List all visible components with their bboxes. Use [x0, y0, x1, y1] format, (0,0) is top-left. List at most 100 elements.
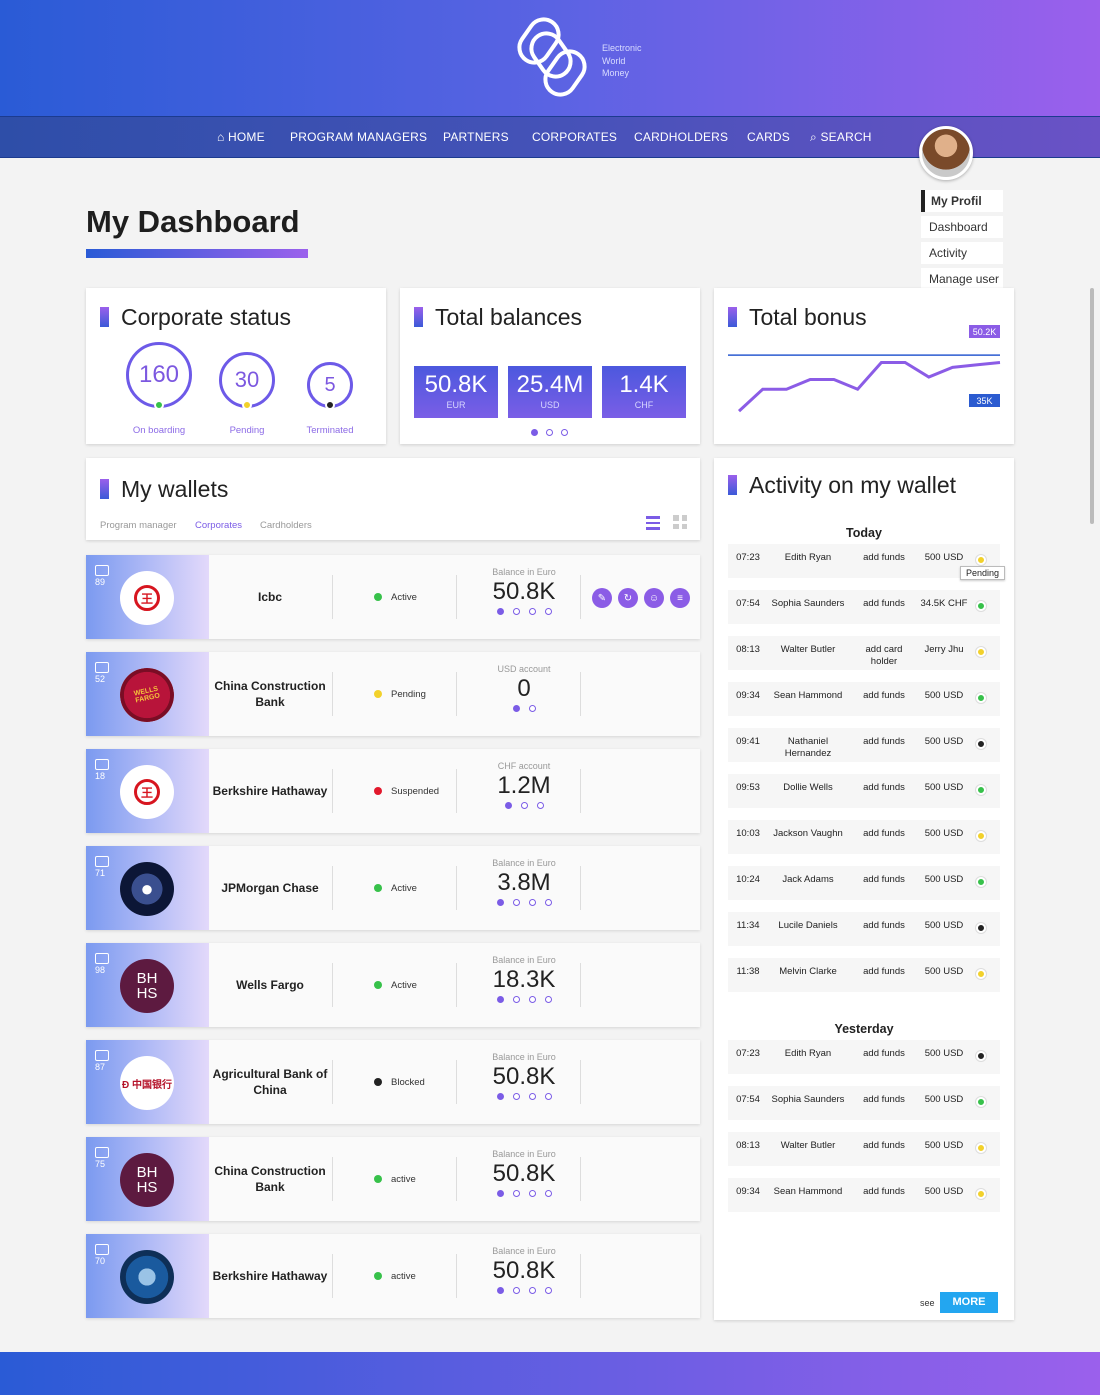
activity-row[interactable]: 10:24 Jack Adams add funds 500 USD — [728, 866, 1000, 900]
list-icon[interactable]: ≡ — [670, 588, 690, 608]
edit-icon[interactable]: ✎ — [592, 588, 612, 608]
activity-status-dot[interactable] — [976, 785, 986, 795]
activity-row[interactable]: 07:54 Sophia Saunders add funds 34.5K CHF — [728, 590, 1000, 624]
nav-cardholders[interactable]: CARDHOLDERS — [634, 130, 728, 144]
pager-dot[interactable] — [496, 1093, 504, 1100]
pager-dot[interactable] — [504, 802, 512, 809]
pager-dot[interactable] — [496, 608, 504, 615]
pager-dot[interactable] — [561, 429, 568, 436]
pager-dot[interactable] — [512, 996, 520, 1003]
activity-row[interactable]: 09:53 Dollie Wells add funds 500 USD — [728, 774, 1000, 808]
wallet-row[interactable]: 18 王 Berkshire Hathaway Suspended CHF accoun… — [86, 749, 700, 833]
pager-dot[interactable] — [544, 996, 552, 1003]
profile-menu-item[interactable]: Dashboard — [921, 216, 1003, 238]
activity-status-dot[interactable] — [976, 601, 986, 611]
pager-dot[interactable] — [512, 1287, 520, 1294]
wallet-row[interactable]: 71 ● JPMorgan Chase Active Balance in Euro 3.… — [86, 846, 700, 930]
pager-dot[interactable] — [546, 429, 553, 436]
pager-dot[interactable] — [531, 429, 538, 436]
activity-status-dot[interactable] — [976, 555, 986, 565]
pager-dot[interactable] — [528, 1190, 536, 1197]
user-icon[interactable]: ☺ — [644, 588, 664, 608]
balance-pager[interactable] — [458, 899, 590, 906]
balances-pager[interactable] — [531, 429, 568, 436]
pager-dot[interactable] — [512, 1190, 520, 1197]
activity-row[interactable]: 07:54 Sophia Saunders add funds 500 USD — [728, 1086, 1000, 1120]
activity-status-dot[interactable] — [976, 647, 986, 657]
wallet-row[interactable]: 75 BH HS China Construction Bank active Balan… — [86, 1137, 700, 1221]
nav-partners[interactable]: PARTNERS — [443, 130, 509, 144]
more-button[interactable]: MORE — [940, 1292, 998, 1313]
pager-dot[interactable] — [544, 1287, 552, 1294]
balance-pager[interactable] — [458, 802, 590, 809]
pager-dot[interactable] — [528, 1287, 536, 1294]
tab-corporates[interactable]: Corporates — [195, 520, 242, 531]
balance-pager[interactable] — [458, 705, 590, 712]
wallet-row[interactable]: 52 WELLS FARGO China Construction Bank Pendi… — [86, 652, 700, 736]
activity-row[interactable]: 08:13 Walter Butler add funds 500 USD — [728, 1132, 1000, 1166]
activity-row[interactable]: 07:23 Edith Ryan add funds 500 USD — [728, 1040, 1000, 1074]
balance-chf[interactable]: 1.4K CHF — [602, 366, 686, 418]
pager-dot[interactable] — [528, 899, 536, 906]
balance-pager[interactable] — [458, 996, 590, 1003]
nav-program-managers[interactable]: PROGRAM MANAGERS — [290, 130, 427, 144]
pager-dot[interactable] — [512, 608, 520, 615]
activity-status-dot[interactable] — [976, 923, 986, 933]
pager-dot[interactable] — [496, 996, 504, 1003]
activity-row[interactable]: 11:34 Lucile Daniels add funds 500 USD — [728, 912, 1000, 946]
balance-eur[interactable]: 50.8K EUR — [414, 366, 498, 418]
pager-dot[interactable] — [512, 1093, 520, 1100]
activity-status-dot[interactable] — [976, 693, 986, 703]
activity-row[interactable]: 10:03 Jackson Vaughn add funds 500 USD — [728, 820, 1000, 854]
pager-dot[interactable] — [544, 899, 552, 906]
list-view-icon[interactable] — [646, 516, 660, 530]
pager-dot[interactable] — [512, 899, 520, 906]
activity-row[interactable]: 08:13 Walter Butler add card holder Jerry J… — [728, 636, 1000, 670]
status-onboarding[interactable]: 160 On boarding — [124, 342, 194, 436]
nav-corporates[interactable]: CORPORATES — [532, 130, 617, 144]
refresh-icon[interactable]: ↻ — [618, 588, 638, 608]
activity-row[interactable]: 07:23 Edith Ryan add funds 500 USD Pending — [728, 544, 1006, 580]
tab-cardholders[interactable]: Cardholders — [260, 520, 312, 531]
pager-dot[interactable] — [528, 705, 536, 712]
profile-menu-item[interactable]: My Profil — [921, 190, 1003, 212]
pager-dot[interactable] — [528, 608, 536, 615]
pager-dot[interactable] — [528, 996, 536, 1003]
profile-menu-item[interactable]: Activity — [921, 242, 1003, 264]
profile-menu-item[interactable]: Manage user — [921, 268, 1003, 290]
activity-row[interactable]: 09:34 Sean Hammond add funds 500 USD — [728, 682, 1000, 716]
pager-dot[interactable] — [544, 608, 552, 615]
pager-dot[interactable] — [520, 802, 528, 809]
balance-pager[interactable] — [458, 1190, 590, 1197]
pager-dot[interactable] — [496, 1287, 504, 1294]
nav-search[interactable]: ⌕ SEARCH — [810, 130, 872, 145]
activity-row[interactable]: 09:34 Sean Hammond add funds 500 USD — [728, 1178, 1000, 1212]
activity-status-dot[interactable] — [976, 1143, 986, 1153]
grid-view-icon[interactable] — [673, 515, 687, 529]
pager-dot[interactable] — [544, 1093, 552, 1100]
status-terminated[interactable]: 5 Terminated — [300, 362, 360, 436]
pager-dot[interactable] — [496, 899, 504, 906]
activity-row[interactable]: 11:38 Melvin Clarke add funds 500 USD — [728, 958, 1000, 992]
activity-status-dot[interactable] — [976, 969, 986, 979]
activity-status-dot[interactable] — [976, 1097, 986, 1107]
activity-status-dot[interactable] — [976, 739, 986, 749]
pager-dot[interactable] — [536, 802, 544, 809]
balance-pager[interactable] — [458, 1093, 590, 1100]
balance-pager[interactable] — [458, 1287, 590, 1294]
pager-dot[interactable] — [512, 705, 520, 712]
nav-cards[interactable]: CARDS — [747, 130, 790, 144]
wallet-row[interactable]: 98 BH HS Wells Fargo Active Balance in Euro 18… — [86, 943, 700, 1027]
activity-status-dot[interactable] — [976, 1189, 986, 1199]
page-scrollbar[interactable] — [1090, 288, 1094, 524]
activity-row[interactable]: 09:41 Nathaniel Hernandez add funds 500 USD — [728, 728, 1000, 762]
pager-dot[interactable] — [496, 1190, 504, 1197]
balance-pager[interactable] — [458, 608, 590, 615]
activity-status-dot[interactable] — [976, 831, 986, 841]
wallet-row[interactable]: 70 Berkshire Hathaway active Balance in Eur… — [86, 1234, 700, 1318]
balance-usd[interactable]: 25.4M USD — [508, 366, 592, 418]
status-pending[interactable]: 30 Pending — [217, 352, 277, 436]
wallet-row[interactable]: 87 Ð 中国银行 Agricultural Bank of China Blocke… — [86, 1040, 700, 1124]
activity-status-dot[interactable] — [976, 877, 986, 887]
pager-dot[interactable] — [544, 1190, 552, 1197]
